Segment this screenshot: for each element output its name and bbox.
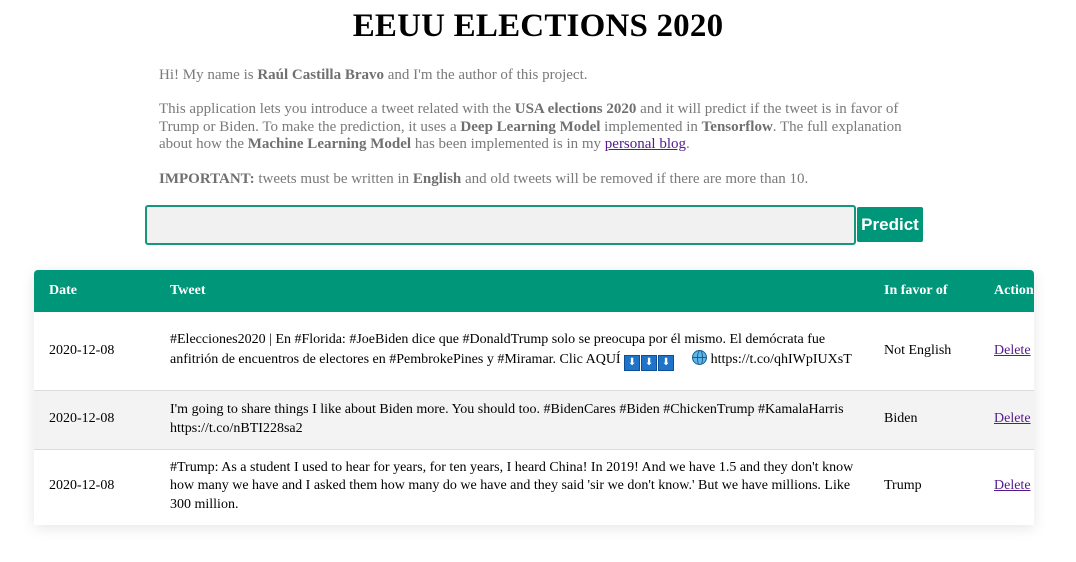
intro-bold: English — [412, 171, 462, 187]
row-action: Delete — [979, 449, 1034, 523]
header-date: Date — [49, 283, 77, 298]
row-date: 2020-12-08 — [49, 411, 115, 427]
intro-author-paragraph: Hi! My name is Raúl Castilla Bravo and I… — [159, 67, 911, 85]
intro-text: and I'm the author of this project. — [384, 67, 588, 83]
delete-link[interactable]: Delete — [994, 343, 1031, 358]
down-arrow-icon: ⬇ — [641, 354, 658, 371]
page-title: EEUU ELECTIONS 2020 — [352, 8, 724, 44]
intro-description-paragraph: This application lets you introduce a tw… — [159, 101, 911, 154]
header-in-favor-of: In favor of — [884, 283, 948, 298]
header-action: Action — [994, 283, 1034, 298]
predict-button[interactable]: Predict — [857, 207, 923, 242]
row-tweet: #Trump: As a student I used to hear for … — [170, 459, 854, 512]
table-header-row: Date Tweet In favor of Action — [34, 270, 1034, 312]
row-date: 2020-12-08 — [49, 342, 115, 358]
intro-text: Hi! My name is — [159, 67, 258, 83]
intro-bold: USA elections 2020 — [514, 101, 637, 117]
delete-link[interactable]: Delete — [994, 478, 1031, 493]
intro-bold: Machine Learning Model — [247, 136, 412, 152]
tweet-input[interactable] — [145, 205, 856, 245]
intro-bold: IMPORTANT: — [159, 171, 255, 187]
tweet-link: https://t.co/qhIWpIUXsT — [710, 351, 852, 367]
table-row: 2020-12-08 I'm going to share things I l… — [34, 390, 1034, 449]
intro-text: tweets must be written in — [254, 171, 413, 187]
intro-text: implemented in — [600, 118, 702, 135]
globe-icon — [692, 349, 708, 365]
personal-blog-link[interactable]: personal blog — [605, 136, 686, 152]
author-name: Raúl Castilla Bravo — [257, 67, 385, 83]
header-tweet: Tweet — [170, 283, 206, 298]
delete-link[interactable]: Delete — [994, 411, 1031, 426]
tweets-table: Date Tweet In favor of Action 2020-12-08… — [34, 270, 1034, 525]
intro-text: and old tweets will be removed if there … — [461, 171, 809, 187]
table-row: 2020-12-08 #Trump: As a student I used t… — [34, 449, 1034, 523]
row-in-favor-of: Biden — [884, 411, 918, 427]
intro-text: This application lets you introduce a tw… — [159, 101, 515, 117]
intro-bold: Tensorflow — [701, 118, 773, 135]
table-row: 2020-12-08 #Elecciones2020 | En #Florida… — [34, 312, 1034, 390]
down-arrow-icon: ⬇ — [658, 354, 675, 371]
row-tweet: I'm going to share things I like about B… — [170, 402, 844, 436]
intro-text: has been implemented is in my — [411, 136, 605, 152]
row-date: 2020-12-08 — [49, 478, 115, 493]
intro-text: . — [686, 136, 690, 152]
intro-bold: Deep Learning Model — [460, 118, 601, 135]
down-arrow-icon: ⬇ — [624, 354, 641, 371]
row-in-favor-of: Trump — [884, 478, 922, 493]
row-in-favor-of: Not English — [884, 342, 952, 358]
row-action: Delete — [979, 390, 1034, 449]
intro-important-paragraph: IMPORTANT: tweets must be written in Eng… — [159, 171, 911, 189]
row-tweet: #Elecciones2020 | En #Florida: #JoeBiden… — [155, 312, 869, 390]
row-action: Delete — [979, 312, 1034, 390]
